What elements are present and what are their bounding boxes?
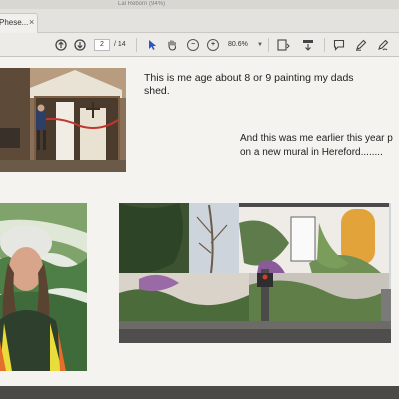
cursor-icon [148, 40, 156, 50]
pen-icon [356, 39, 367, 51]
caption-mural-line-1: And this was me earlier this year p [240, 133, 393, 144]
draw-button[interactable] [376, 37, 390, 53]
select-tool-button[interactable] [146, 37, 158, 53]
scroll-mode-icon [303, 40, 313, 51]
portrait-photo [0, 203, 87, 371]
page-number-input[interactable]: 2 [94, 39, 110, 51]
comment-button[interactable] [332, 37, 346, 53]
toolbar-divider [268, 38, 269, 52]
highlight-button[interactable] [354, 37, 368, 53]
fit-page-icon [277, 39, 290, 51]
pdf-page: This is me age about 8 or 9 painting my … [0, 57, 399, 399]
page-fit-button[interactable] [276, 37, 292, 53]
toolbar-divider [324, 38, 325, 52]
pdf-toolbar: 2 / 14 − + 80.6% ▼ [0, 33, 399, 57]
previous-page-button[interactable] [54, 37, 68, 53]
caption-mural: And this was me earlier this year p on a… [240, 132, 399, 160]
scroll-mode-button[interactable] [300, 37, 316, 53]
zoom-in-button[interactable]: + [206, 37, 220, 53]
window-title-strip: Lal Reborn (94%) [0, 0, 399, 9]
minus-circle-icon: − [187, 39, 199, 51]
comment-icon [333, 39, 345, 51]
hand-tool-button[interactable] [165, 37, 179, 53]
zoom-out-button[interactable]: − [186, 37, 200, 53]
window-title: Lal Reborn (94%) [118, 1, 166, 7]
screen-bezel [0, 386, 399, 399]
shed-painting-photo [0, 68, 126, 172]
plus-circle-icon: + [207, 39, 219, 51]
document-tab[interactable]: Phese... × [0, 13, 38, 33]
arrow-up-circle-icon [55, 39, 67, 51]
tab-label: Phese... [0, 18, 29, 27]
chevron-down-icon: ▼ [257, 42, 263, 48]
caption-childhood: This is me age about 8 or 9 painting my … [144, 72, 354, 97]
draw-icon [378, 39, 389, 51]
caption-mural-line-2: on a new mural in Hereford........ [240, 147, 383, 158]
arrow-down-circle-icon [74, 39, 86, 51]
close-icon[interactable]: × [29, 17, 34, 27]
hand-icon [168, 40, 177, 51]
tab-bar: Phese... × [0, 9, 399, 33]
screen: Lal Reborn (94%) Phese... × 2 / 14 − + 8… [0, 0, 399, 399]
next-page-button[interactable] [73, 37, 87, 53]
mural-hereford-photo [119, 203, 391, 343]
page-total: / 14 [114, 41, 126, 48]
toolbar-divider [136, 38, 137, 52]
